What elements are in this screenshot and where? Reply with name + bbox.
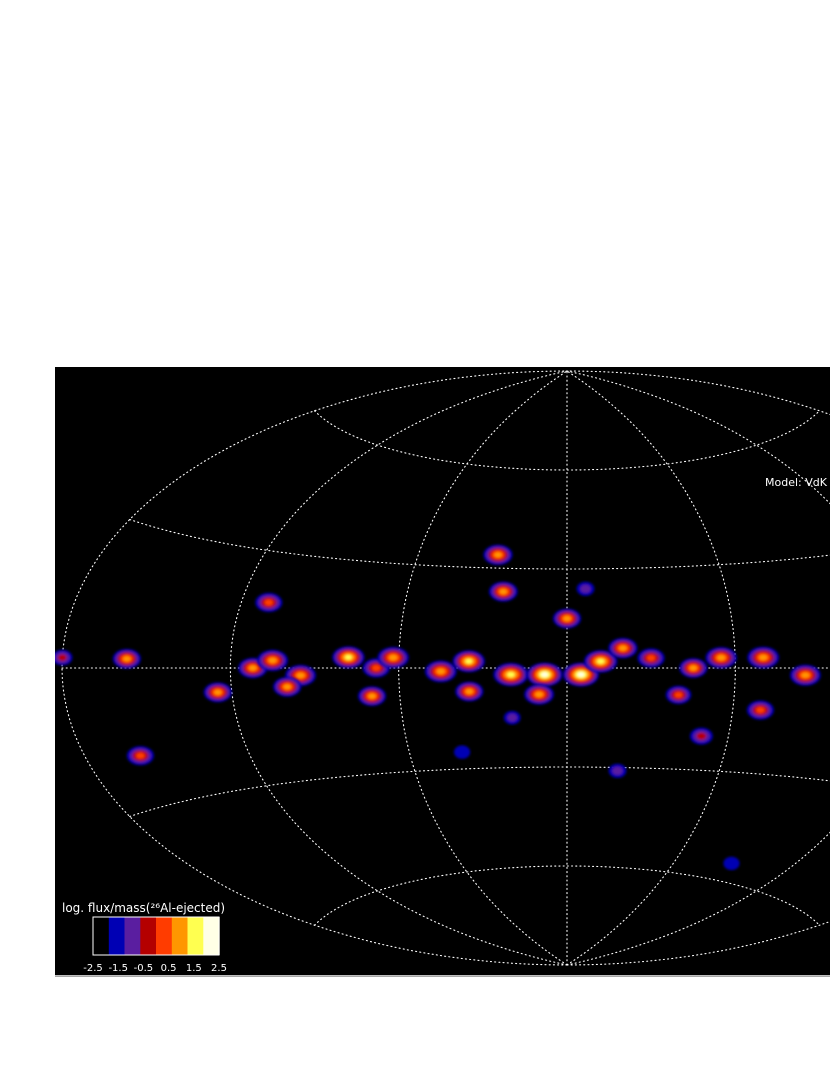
emission-blob — [637, 648, 665, 668]
emission-blob — [552, 608, 582, 629]
emission-blob — [679, 658, 708, 678]
emission-blob — [665, 685, 692, 705]
colorbar-title: log. flux/mass(²⁶Al-ejected) — [62, 901, 225, 915]
colorbar-swatch — [93, 917, 110, 955]
emission-blob — [112, 648, 141, 669]
emission-blob — [455, 681, 484, 702]
emission-blob — [526, 662, 563, 687]
colorbar-swatch — [203, 917, 220, 955]
emission-blob — [723, 856, 740, 871]
emission-blob — [55, 649, 73, 666]
emission-blob — [608, 637, 638, 659]
emission-blob — [377, 646, 409, 669]
emission-blob — [790, 664, 821, 686]
emission-blob — [273, 676, 302, 697]
emission-blob — [452, 650, 485, 673]
emission-blob — [705, 647, 737, 669]
emission-blob — [493, 662, 529, 687]
emission-blob — [503, 710, 521, 725]
colorbar-tick-label: -0.5 — [134, 963, 154, 974]
emission-blob — [126, 746, 154, 766]
emission-blob — [424, 660, 457, 683]
emission-blob — [332, 646, 365, 669]
emission-blob — [689, 727, 713, 745]
emission-blob — [255, 592, 283, 613]
colorbar-tick-label: 2.5 — [211, 963, 227, 974]
emission-blob — [203, 682, 232, 703]
colorbar-tick-label: -2.5 — [83, 963, 103, 974]
emission-blob — [257, 649, 288, 672]
emission-blob — [357, 686, 387, 706]
colorbar-tick-label: -1.5 — [108, 963, 128, 974]
colorbar-swatches — [92, 916, 220, 956]
emission-blob — [488, 581, 518, 602]
emission-blob — [576, 581, 595, 596]
colorbar-tick-label: 0.5 — [161, 963, 177, 974]
colorbar-swatch — [156, 917, 173, 955]
emission-blob — [747, 646, 780, 669]
colorbar-swatch — [140, 917, 157, 955]
colorbar-tick-label: 1.5 — [186, 963, 202, 974]
sky-map: Model: VdK log. flux/mass(²⁶Al-ejected) … — [55, 367, 830, 977]
colorbar-swatch — [124, 917, 141, 955]
model-label: Model: VdK — [765, 476, 828, 489]
emission-blob — [608, 763, 627, 778]
colorbar-swatch — [108, 917, 126, 955]
emission-blob — [483, 544, 513, 565]
emission-blob — [746, 700, 775, 720]
colorbar-swatch — [187, 917, 204, 955]
emission-blob — [454, 745, 471, 759]
colorbar-swatch — [171, 917, 189, 955]
emission-blob — [524, 684, 554, 705]
